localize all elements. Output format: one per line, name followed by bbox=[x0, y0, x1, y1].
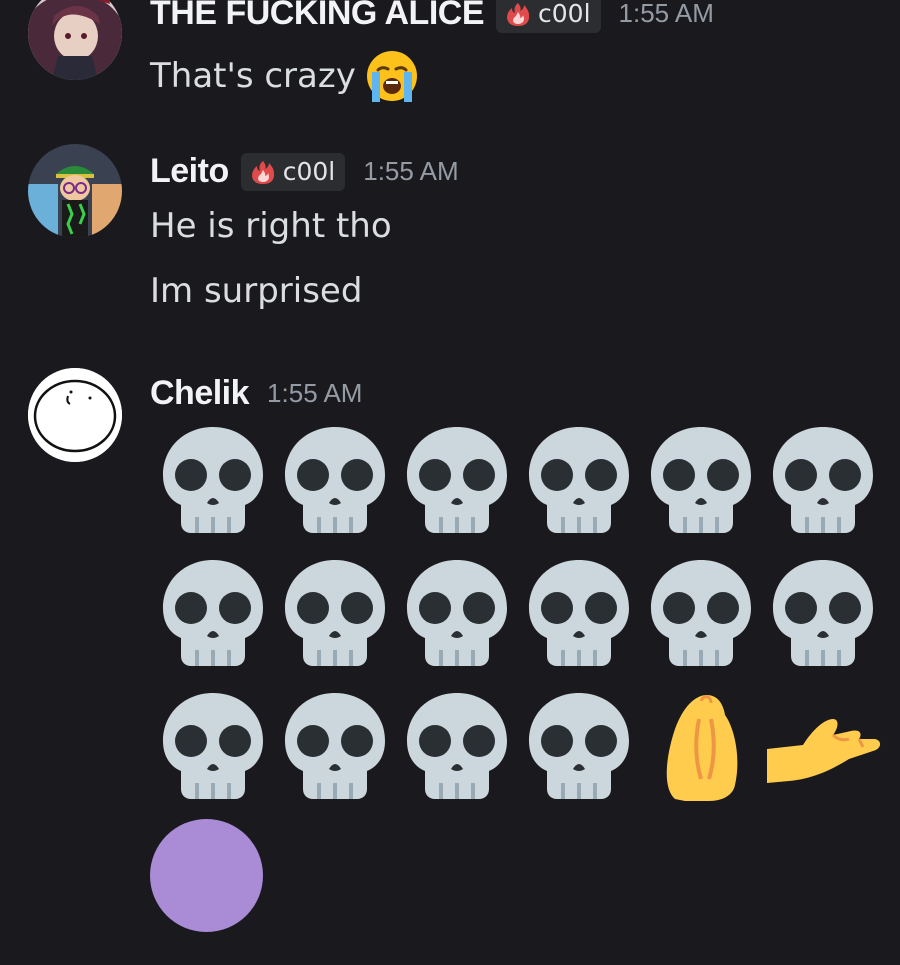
username[interactable]: Chelik bbox=[150, 374, 250, 413]
skull-emoji[interactable] bbox=[152, 684, 274, 806]
avatar-placeholder[interactable] bbox=[150, 819, 263, 932]
message-line: Im surprised bbox=[150, 271, 362, 311]
skull-emoji[interactable] bbox=[762, 418, 884, 540]
message-text: That's crazy bbox=[150, 56, 356, 96]
emoji-grid bbox=[152, 418, 892, 817]
skull-icon bbox=[407, 693, 507, 799]
skull-emoji[interactable] bbox=[518, 418, 640, 540]
timestamp: 1:55 AM bbox=[267, 378, 363, 408]
emoji-row bbox=[152, 684, 892, 817]
emoji-row bbox=[152, 418, 892, 551]
message-header: Chelik 1:55 AM bbox=[150, 374, 362, 413]
flame-icon bbox=[251, 160, 274, 184]
message-text: Im surprised bbox=[150, 271, 363, 311]
skull-emoji[interactable] bbox=[152, 551, 274, 673]
skull-emoji[interactable] bbox=[762, 551, 884, 673]
user-tag[interactable]: c00l bbox=[496, 0, 601, 33]
skull-icon bbox=[529, 693, 629, 799]
message-line: That's crazy bbox=[150, 48, 420, 104]
skull-icon bbox=[407, 427, 507, 533]
pinched-fingers-emoji[interactable] bbox=[640, 684, 762, 806]
skull-icon bbox=[285, 560, 385, 666]
skull-icon bbox=[163, 560, 263, 666]
loudly-crying-face-icon bbox=[366, 51, 417, 102]
user-tag-label: c00l bbox=[282, 157, 336, 186]
chat-view: THE FUCKING ALICE c00l 1:55 AM That's cr… bbox=[0, 0, 900, 965]
palm-up-hand-emoji[interactable] bbox=[762, 684, 884, 806]
avatar-chelik[interactable] bbox=[28, 368, 122, 462]
skull-emoji[interactable] bbox=[396, 551, 518, 673]
message-header: Leito c00l 1:55 AM bbox=[150, 152, 459, 191]
timestamp: 1:55 AM bbox=[363, 156, 459, 186]
skull-icon bbox=[407, 560, 507, 666]
timestamp: 1:55 AM bbox=[618, 0, 714, 28]
message-line: He is right tho bbox=[150, 206, 392, 246]
skull-emoji[interactable] bbox=[518, 684, 640, 806]
skull-emoji[interactable] bbox=[274, 418, 396, 540]
skull-icon bbox=[285, 693, 385, 799]
flame-icon bbox=[507, 2, 530, 26]
avatar-alice[interactable] bbox=[28, 0, 122, 80]
pinched-fingers-icon bbox=[666, 695, 738, 801]
avatar-alice-image bbox=[28, 0, 122, 80]
skull-emoji[interactable] bbox=[396, 418, 518, 540]
skull-icon bbox=[163, 427, 263, 533]
skull-icon bbox=[651, 427, 751, 533]
palm-up-hand-icon bbox=[767, 719, 881, 783]
skull-icon bbox=[163, 693, 263, 799]
skull-icon bbox=[773, 560, 873, 666]
avatar-leito-image bbox=[28, 144, 122, 238]
skull-icon bbox=[651, 560, 751, 666]
avatar-chelik-image bbox=[28, 368, 122, 462]
skull-icon bbox=[285, 427, 385, 533]
skull-emoji[interactable] bbox=[640, 551, 762, 673]
skull-emoji[interactable] bbox=[518, 551, 640, 673]
skull-emoji[interactable] bbox=[274, 684, 396, 806]
message-header: THE FUCKING ALICE c00l 1:55 AM bbox=[150, 0, 714, 33]
username[interactable]: THE FUCKING ALICE bbox=[150, 0, 485, 33]
skull-emoji[interactable] bbox=[640, 418, 762, 540]
skull-emoji[interactable] bbox=[152, 418, 274, 540]
message-text: He is right tho bbox=[150, 206, 392, 246]
skull-icon bbox=[529, 427, 629, 533]
skull-emoji[interactable] bbox=[274, 551, 396, 673]
skull-icon bbox=[529, 560, 629, 666]
user-tag-label: c00l bbox=[538, 0, 591, 28]
skull-icon bbox=[773, 427, 873, 533]
user-tag[interactable]: c00l bbox=[240, 152, 346, 191]
emoji-row bbox=[152, 551, 892, 684]
username[interactable]: Leito bbox=[150, 152, 229, 191]
avatar-leito[interactable] bbox=[28, 144, 122, 238]
skull-emoji[interactable] bbox=[396, 684, 518, 806]
